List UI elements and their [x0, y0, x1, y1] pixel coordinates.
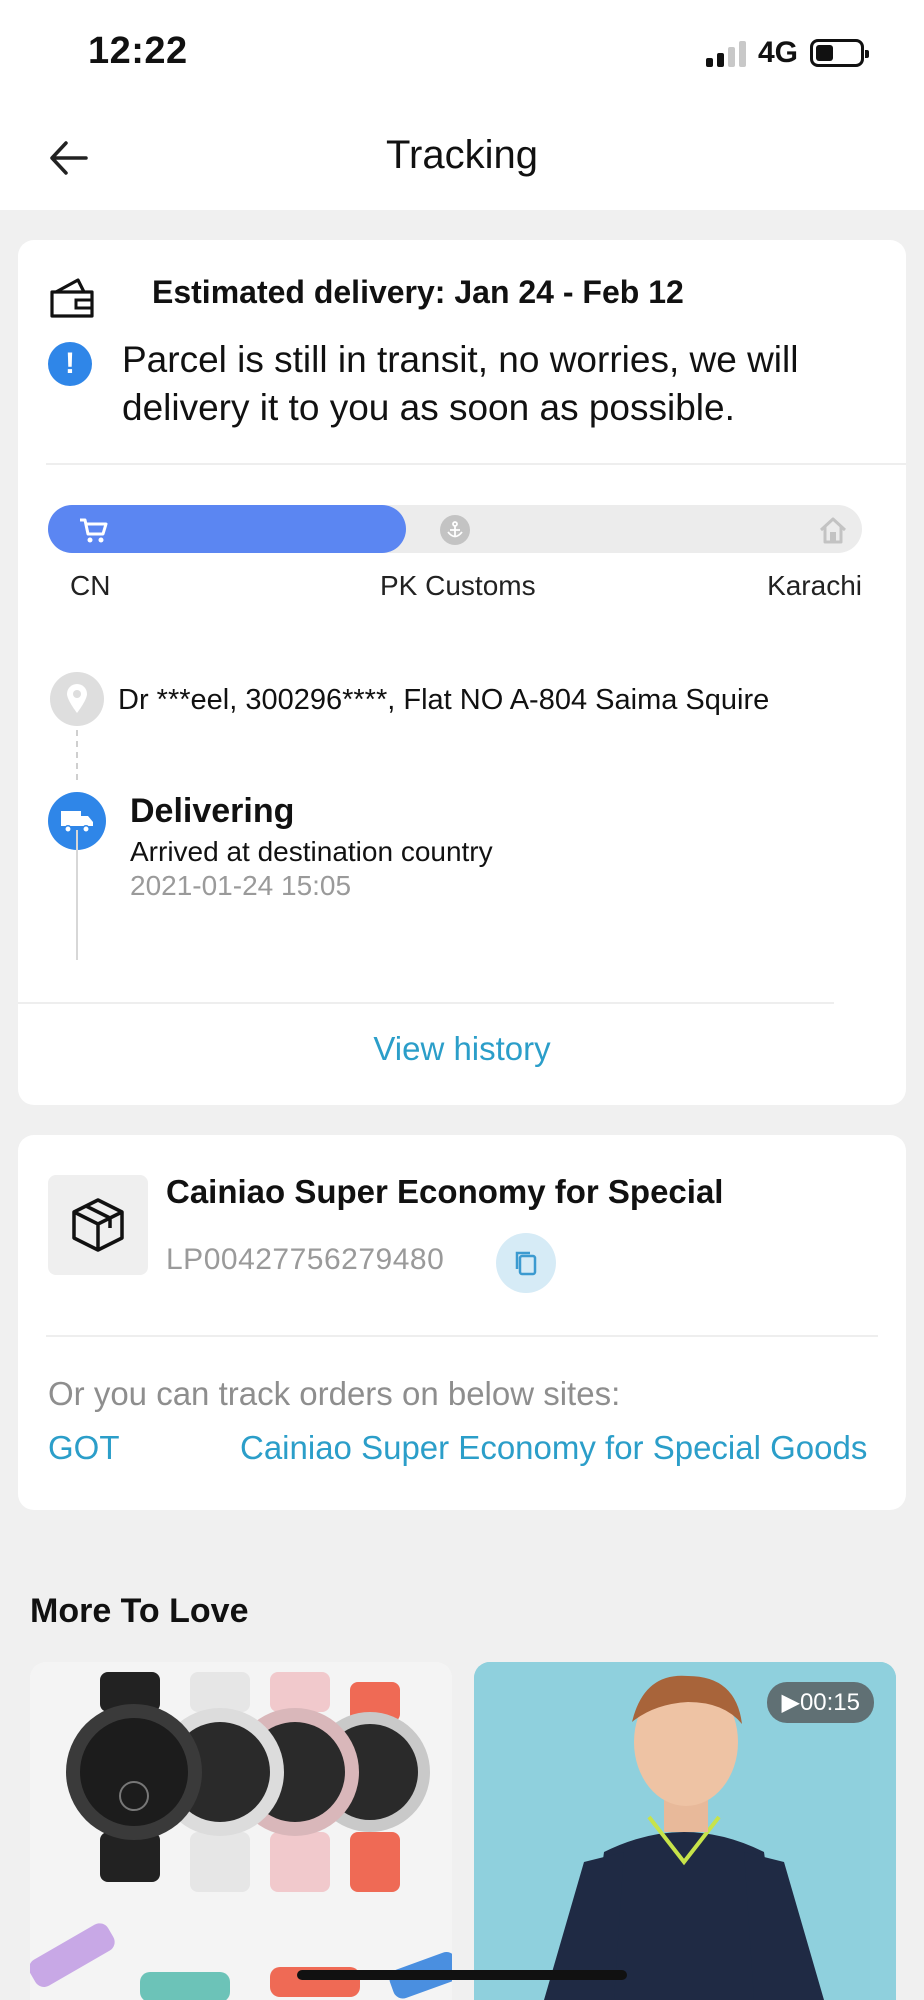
- copy-icon: [515, 1251, 537, 1276]
- status-bar: 12:22 4G: [0, 0, 924, 105]
- info-icon: !: [48, 342, 92, 386]
- view-history-link[interactable]: View history: [18, 1030, 906, 1068]
- estimated-delivery: Estimated delivery: Jan 24 - Feb 12: [152, 274, 684, 310]
- wallet-icon: [48, 276, 96, 320]
- cart-icon: [78, 515, 108, 545]
- divider: [46, 463, 906, 465]
- tracking-card: Estimated delivery: Jan 24 - Feb 12 ! Pa…: [18, 240, 906, 1105]
- event-description: Arrived at destination country: [130, 836, 493, 867]
- section-title: More To Love: [30, 1592, 249, 1630]
- delivery-address: Dr ***eel, 300296****, Flat NO A-804 Sai…: [118, 684, 770, 716]
- copy-button[interactable]: [496, 1233, 556, 1293]
- step-customs: PK Customs: [380, 570, 536, 601]
- video-duration-badge: ▶00:15: [767, 1682, 874, 1723]
- location-pin-icon: [50, 672, 104, 726]
- carrier-name: Cainiao Super Economy for Special: [166, 1173, 724, 1210]
- timeline-connector: [76, 730, 78, 780]
- divider: [46, 1335, 878, 1337]
- divider: [18, 1002, 834, 1004]
- other-sites-label: Or you can track orders on below sites:: [48, 1375, 621, 1412]
- signal-icon: [705, 39, 746, 67]
- status-indicators: 4G: [705, 36, 869, 70]
- step-destination: Karachi: [767, 570, 862, 601]
- transit-notice: Parcel is still in transit, no worries, …: [122, 339, 799, 428]
- product-card-polo[interactable]: ▶00:15: [474, 1662, 896, 2000]
- package-icon: [48, 1175, 148, 1275]
- event-time: 2021-01-24 15:05: [130, 870, 352, 901]
- anchor-icon: [440, 515, 470, 545]
- site-link-got[interactable]: GOT: [48, 1429, 120, 1467]
- product-image-watches: [30, 1662, 452, 2000]
- product-card-watch[interactable]: [30, 1662, 452, 2000]
- event-status: Delivering: [130, 792, 295, 830]
- shipping-progress-bar: [48, 505, 862, 553]
- page-title: Tracking: [386, 133, 538, 177]
- step-origin: CN: [70, 570, 111, 601]
- network-type: 4G: [757, 36, 798, 69]
- home-icon: [818, 515, 848, 545]
- tracking-number: LP00427756279480: [166, 1243, 445, 1276]
- timeline-line: [76, 830, 78, 960]
- nav-bar: Tracking: [0, 105, 924, 210]
- status-time: 12:22: [88, 30, 188, 72]
- site-link-cainiao[interactable]: Cainiao Super Economy for Special Goods: [240, 1429, 867, 1467]
- carrier-card: Cainiao Super Economy for Special LP0042…: [18, 1135, 906, 1510]
- battery-icon: [810, 39, 869, 67]
- home-indicator: [297, 1970, 627, 1980]
